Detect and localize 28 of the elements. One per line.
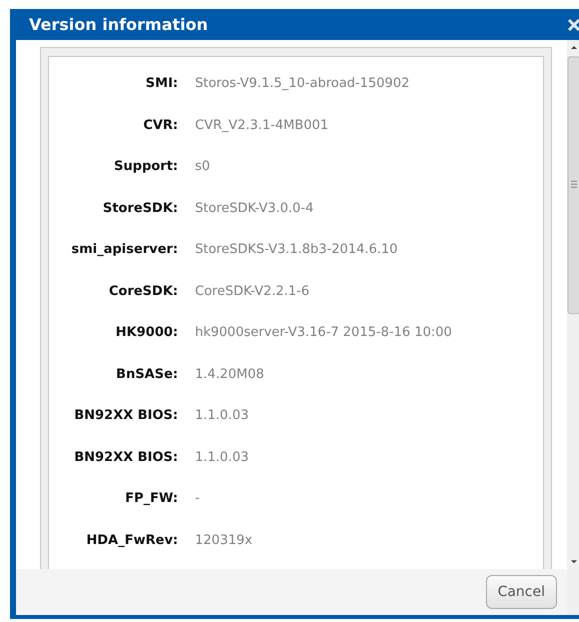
window-title: Version information bbox=[29, 15, 208, 34]
field-label: CVR: bbox=[142, 118, 178, 132]
field-value: CoreSDK-V2.2.1-6 bbox=[195, 284, 310, 298]
field-value: hk9000server-V3.16-7 2015-8-16 10:00 bbox=[195, 325, 453, 340]
field-label: BN92XX BIOS: bbox=[73, 408, 178, 423]
field-value: 1.1.0.03 bbox=[195, 450, 250, 464]
field-value: Storos-V9.1.5_10-abroad-150902 bbox=[195, 76, 410, 91]
field-value: s0 bbox=[195, 159, 212, 174]
field-label: HDA_FwRev: bbox=[85, 532, 178, 548]
field-value: - bbox=[195, 491, 201, 506]
field-label: HK9000: bbox=[114, 325, 178, 340]
field-value: StoreSDK-V3.0.0-4 bbox=[195, 200, 315, 216]
field-label: StoreSDK: bbox=[102, 200, 178, 216]
field-value: 1.1.0.03 bbox=[195, 408, 250, 423]
field-label: Support: bbox=[113, 159, 178, 174]
field-value: StoreSDKS-V3.1.8b3-2014.6.10 bbox=[195, 242, 399, 257]
field-label: SMI: bbox=[144, 76, 178, 91]
close-icon[interactable] bbox=[567, 18, 579, 32]
field-label: CoreSDK: bbox=[108, 284, 178, 298]
field-value: 120319x bbox=[195, 532, 254, 548]
cancel-button[interactable]: Cancel bbox=[486, 575, 557, 609]
field-label: FP_FW: bbox=[124, 491, 178, 506]
field-label: BnSASe: bbox=[115, 366, 178, 382]
field-value: 1.4.20M08 bbox=[195, 366, 266, 382]
field-value: CVR_V2.3.1-4MB001 bbox=[195, 118, 330, 132]
field-label: smi_apiserver: bbox=[70, 242, 178, 257]
field-label: BN92XX BIOS: bbox=[73, 450, 178, 464]
scrollbar-drawing[interactable] bbox=[567, 40, 579, 615]
